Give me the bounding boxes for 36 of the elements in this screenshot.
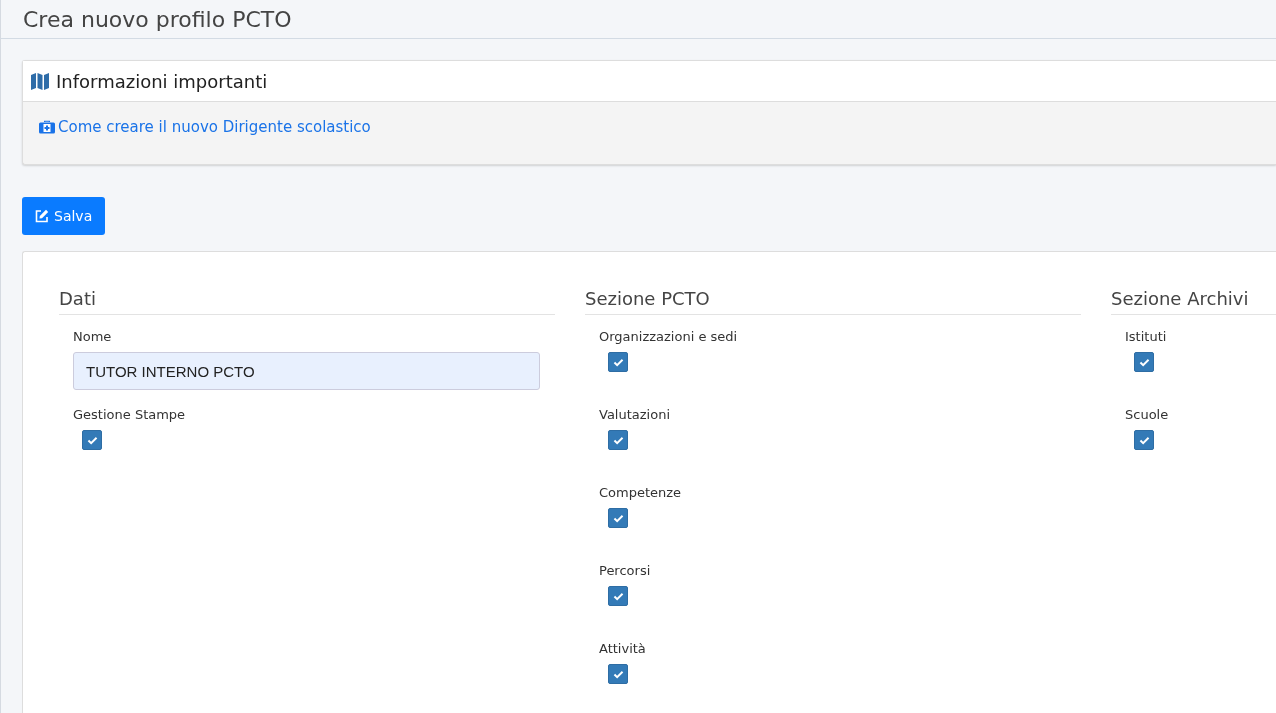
- checkbox[interactable]: [608, 586, 628, 606]
- section-title: Dati: [59, 288, 555, 315]
- checkbox[interactable]: [1134, 430, 1154, 450]
- field-label: Gestione Stampe: [73, 407, 187, 422]
- check-icon: [86, 435, 98, 445]
- field-label: Attività: [599, 641, 647, 656]
- check-icon: [612, 669, 624, 679]
- help-link[interactable]: Come creare il nuovo Dirigente scolastico: [39, 118, 371, 136]
- map-icon: [31, 72, 49, 90]
- check-icon: [612, 357, 624, 367]
- field-label: Competenze: [599, 485, 683, 500]
- save-button[interactable]: Salva: [22, 197, 106, 235]
- panel-title: Informazioni importanti: [56, 70, 268, 92]
- checkbox[interactable]: [82, 430, 102, 450]
- check-icon: [612, 591, 624, 601]
- check-icon: [612, 435, 624, 445]
- field-label: Valutazioni: [599, 407, 671, 422]
- section-title: Sezione PCTO: [585, 288, 1081, 315]
- field-label: Istituti: [1125, 329, 1168, 344]
- checkbox[interactable]: [608, 508, 628, 528]
- check-icon: [1138, 435, 1150, 445]
- name-input-field[interactable]: TUTOR INTERNO PCTO: [73, 352, 540, 390]
- checkbox[interactable]: [608, 664, 628, 684]
- field-label: Nome: [73, 329, 113, 344]
- edit-icon: [35, 209, 49, 223]
- check-icon: [1138, 357, 1150, 367]
- checkbox[interactable]: [1134, 352, 1154, 372]
- medical-kit-icon: [39, 120, 55, 134]
- page-title: Crea nuovo profilo PCTO: [23, 6, 292, 32]
- field-label: Scuole: [1125, 407, 1170, 422]
- check-icon: [612, 513, 624, 523]
- checkbox[interactable]: [608, 430, 628, 450]
- section-title: Sezione Archivi: [1111, 288, 1276, 315]
- field-label: Organizzazioni e sedi: [599, 329, 739, 344]
- field-label: Percorsi: [599, 563, 652, 578]
- checkbox[interactable]: [608, 352, 628, 372]
